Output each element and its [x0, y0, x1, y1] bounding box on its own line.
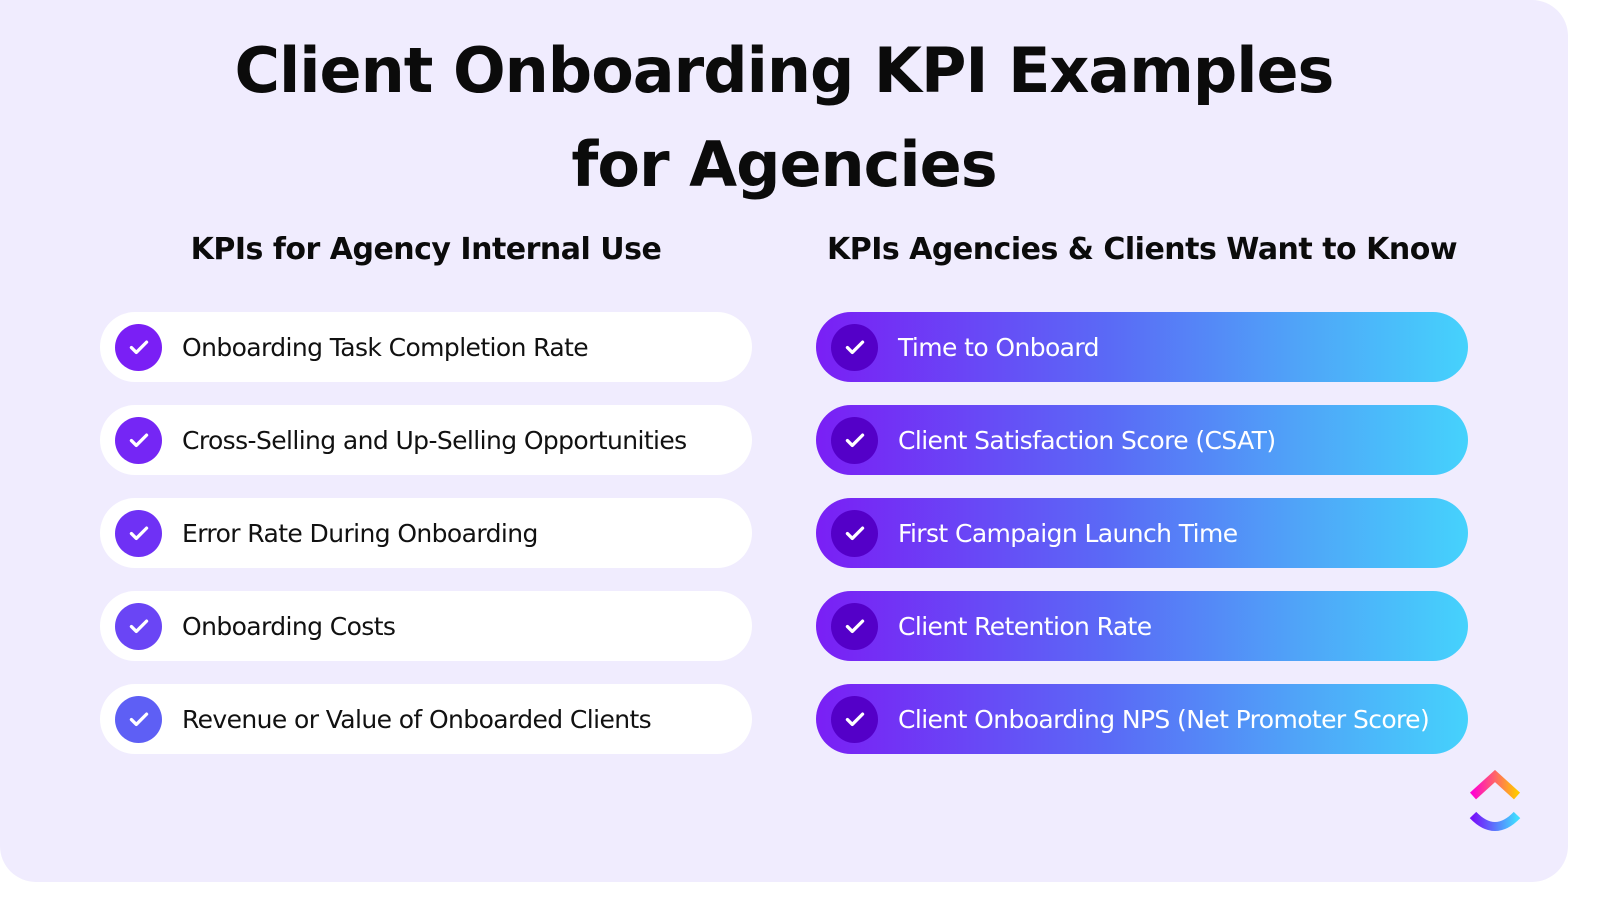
internal-kpi-list: Onboarding Task Completion Rate Cross-Se… — [100, 312, 752, 777]
item-label: Error Rate During Onboarding — [182, 518, 538, 548]
left-column-heading: KPIs for Agency Internal Use — [190, 232, 662, 267]
list-item: Client Satisfaction Score (CSAT) — [816, 405, 1468, 475]
check-icon — [831, 695, 878, 743]
check-icon — [831, 509, 878, 557]
shared-kpi-list: Time to Onboard Client Satisfaction Scor… — [816, 312, 1468, 777]
check-icon — [115, 509, 162, 557]
item-label: Revenue or Value of Onboarded Clients — [182, 704, 652, 734]
check-icon — [115, 695, 162, 743]
check-icon — [831, 323, 878, 371]
list-item: Client Retention Rate — [816, 591, 1468, 661]
check-icon — [115, 323, 162, 371]
item-label: Client Onboarding NPS (Net Promoter Scor… — [898, 704, 1430, 734]
infographic-card: Client Onboarding KPI Examples for Agenc… — [0, 0, 1568, 882]
page-title: Client Onboarding KPI Examples for Agenc… — [0, 24, 1568, 212]
list-item: Revenue or Value of Onboarded Clients — [100, 684, 752, 754]
item-label: Cross-Selling and Up-Selling Opportuniti… — [182, 425, 687, 455]
list-item: Error Rate During Onboarding — [100, 498, 752, 568]
list-item: First Campaign Launch Time — [816, 498, 1468, 568]
item-label: Client Retention Rate — [898, 611, 1152, 641]
check-icon — [831, 602, 878, 650]
list-item: Cross-Selling and Up-Selling Opportuniti… — [100, 405, 752, 475]
item-label: Onboarding Task Completion Rate — [182, 332, 589, 362]
check-icon — [831, 416, 878, 464]
item-label: Client Satisfaction Score (CSAT) — [898, 425, 1276, 455]
check-icon — [115, 416, 162, 464]
item-label: Time to Onboard — [898, 332, 1099, 362]
list-item: Onboarding Task Completion Rate — [100, 312, 752, 382]
clickup-logo-icon — [1469, 770, 1521, 831]
title-line-2: for Agencies — [571, 128, 997, 201]
list-item: Client Onboarding NPS (Net Promoter Scor… — [816, 684, 1468, 754]
right-column-heading: KPIs Agencies & Clients Want to Know — [826, 232, 1458, 267]
list-item: Onboarding Costs — [100, 591, 752, 661]
item-label: First Campaign Launch Time — [898, 518, 1238, 548]
title-line-1: Client Onboarding KPI Examples — [234, 34, 1335, 107]
check-icon — [115, 602, 162, 650]
item-label: Onboarding Costs — [182, 611, 396, 641]
list-item: Time to Onboard — [816, 312, 1468, 382]
